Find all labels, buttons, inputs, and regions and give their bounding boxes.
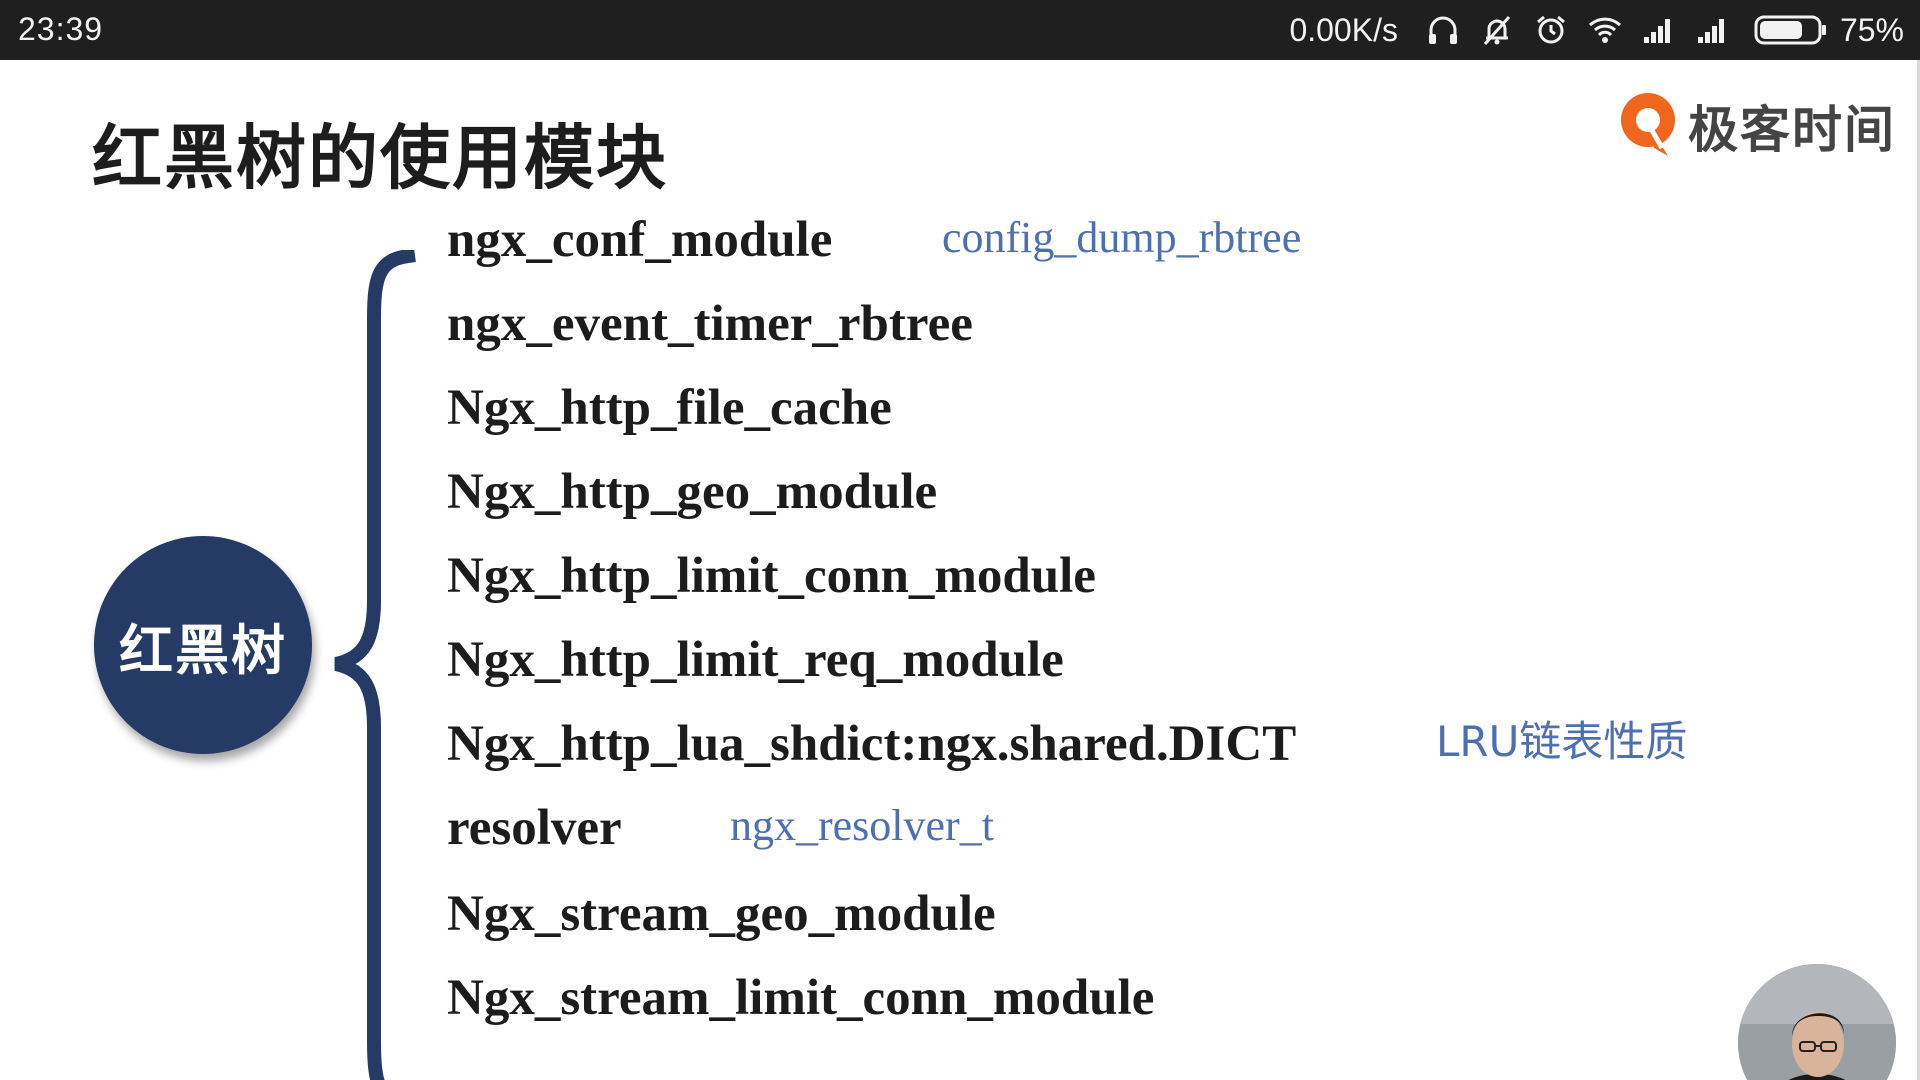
module-note: config_dump_rbtree bbox=[942, 213, 1302, 262]
signal-icon bbox=[1696, 13, 1730, 47]
module-note: ngx_resolver_t bbox=[730, 801, 994, 850]
module-item: Ngx_http_lua_shdict:ngx.shared.DICT bbox=[447, 716, 1297, 772]
signal-icon bbox=[1642, 13, 1676, 47]
center-node-label: 红黑树 bbox=[119, 618, 287, 682]
logo-text: 极客时间 bbox=[1688, 101, 1896, 159]
status-time: 23:39 bbox=[18, 11, 104, 47]
headphones-icon bbox=[1426, 13, 1460, 47]
presenter-avatar bbox=[1738, 964, 1896, 1080]
module-item: Ngx_stream_limit_conn_module bbox=[447, 970, 1155, 1026]
module-item: ngx_event_timer_rbtree bbox=[447, 296, 973, 352]
module-item: Ngx_http_file_cache bbox=[447, 380, 892, 436]
center-node: 红黑树 bbox=[94, 536, 312, 754]
network-speed: 0.00K/s bbox=[1289, 11, 1398, 48]
presenter-video[interactable] bbox=[1738, 964, 1896, 1080]
wifi-icon bbox=[1588, 13, 1622, 47]
battery-percent: 75% bbox=[1839, 11, 1904, 48]
alarm-icon bbox=[1534, 13, 1568, 47]
module-item: Ngx_stream_geo_module bbox=[447, 886, 996, 942]
module-item: Ngx_http_geo_module bbox=[447, 464, 938, 520]
geektime-logo-icon bbox=[1621, 93, 1675, 156]
module-item: Ngx_http_limit_conn_module bbox=[447, 548, 1096, 604]
status-bar: 23:39 0.00K/s 75% bbox=[0, 0, 1920, 60]
curly-brace bbox=[334, 250, 416, 1080]
module-item: Ngx_http_limit_req_module bbox=[447, 632, 1064, 688]
notifications-off-icon bbox=[1480, 13, 1514, 47]
module-item: resolver bbox=[447, 800, 622, 856]
slide: 红黑树的使用模块 极客时间 红黑树 ngx_conf_module config_… bbox=[0, 60, 1920, 1080]
status-indicators: 0.00K/s 75% bbox=[1289, 0, 1904, 60]
module-item: ngx_conf_module bbox=[447, 212, 833, 268]
geektime-logo: 极客时间 bbox=[1616, 90, 1896, 162]
module-note: LRU链表性质 bbox=[1436, 717, 1688, 766]
screen: 23:39 0.00K/s 75% 红黑树的使用模块 极客时间 红黑树 ngx_… bbox=[0, 0, 1920, 1080]
slide-title: 红黑树的使用模块 bbox=[92, 117, 668, 199]
battery-icon bbox=[1754, 15, 1828, 45]
